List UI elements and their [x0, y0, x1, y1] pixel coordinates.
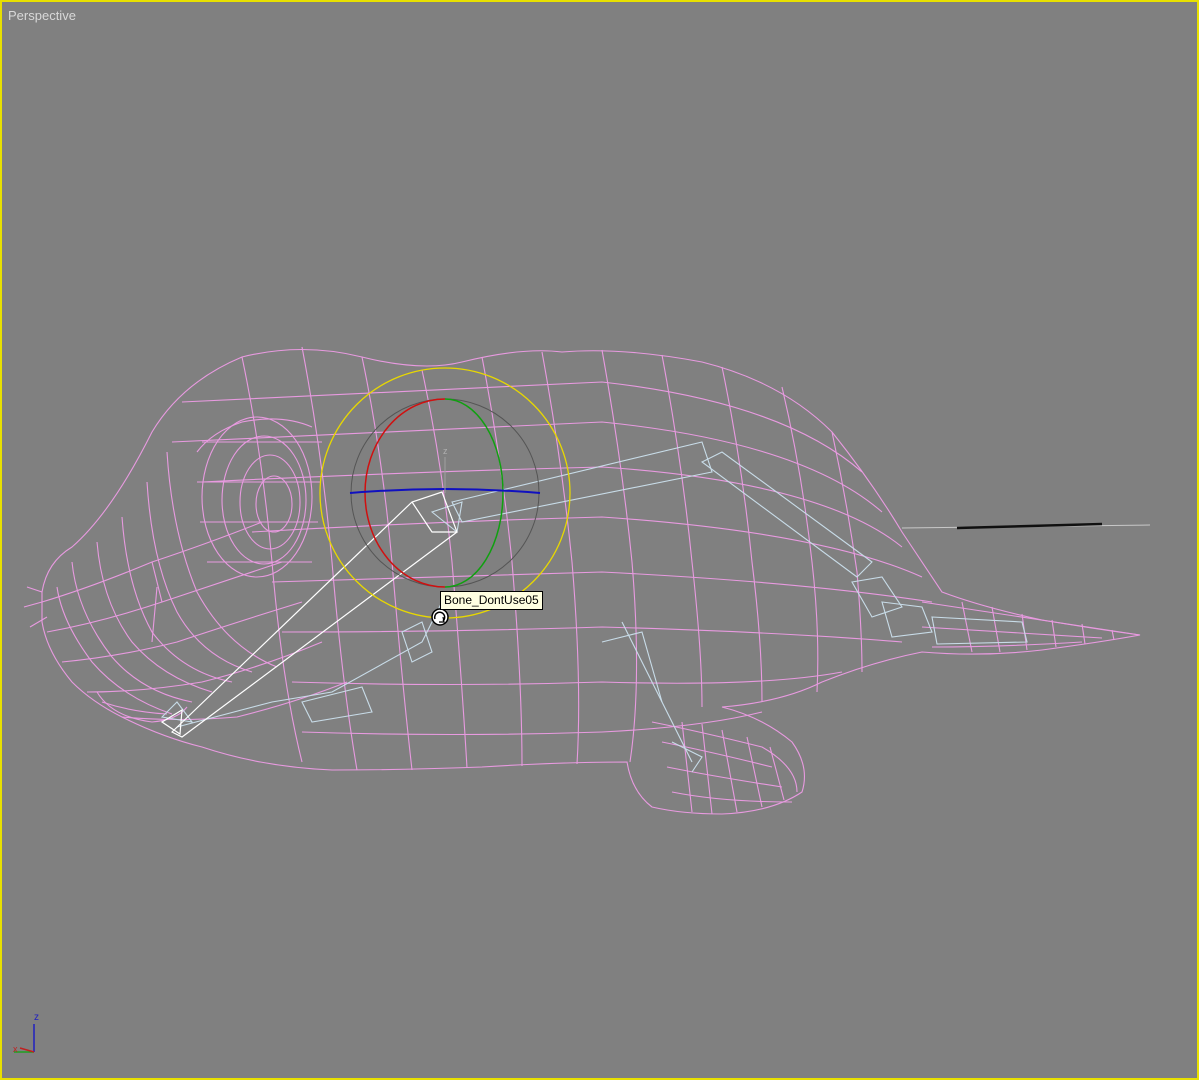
object-name-tooltip: Bone_DontUse05: [440, 591, 543, 610]
wireframe-scene[interactable]: z z x: [2, 2, 1197, 1078]
rat-mesh-wireframe: [23, 346, 1141, 815]
axis-z-label: z: [34, 1012, 39, 1023]
axis-tripod: z x: [13, 1012, 39, 1054]
viewport-label[interactable]: Perspective: [8, 8, 76, 23]
rotate-gizmo[interactable]: z: [319, 367, 571, 619]
rotate-cursor-icon: [431, 608, 449, 626]
gizmo-axis-label: z: [443, 446, 448, 456]
bone-chain: [160, 441, 1028, 773]
axis-x-label: x: [13, 1044, 18, 1054]
perspective-viewport[interactable]: z z x Perspective Bone_DontUse05: [0, 0, 1199, 1080]
tail-bone-line: [901, 522, 1151, 530]
